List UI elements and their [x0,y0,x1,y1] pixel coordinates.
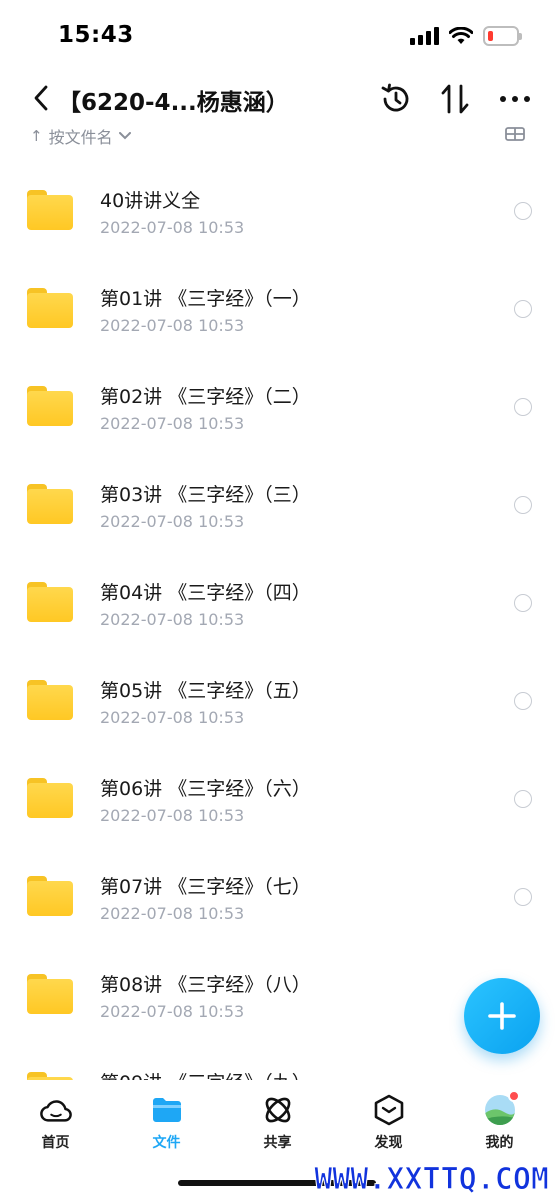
file-date: 2022-07-08 10:53 [100,806,245,825]
file-row[interactable]: 第05讲 《三字经》（五） 2022-07-08 10:53 [0,640,555,738]
discover-box-icon [373,1094,405,1126]
file-date: 2022-07-08 10:53 [100,904,245,923]
file-name: 第09讲 《三字经》（九） [100,1068,311,1080]
select-checkbox[interactable] [514,790,532,808]
cellular-signal-icon [410,27,439,45]
share-orbit-icon [262,1094,294,1126]
folder-icon [27,190,73,230]
avatar-icon [484,1090,520,1126]
file-name: 第03讲 《三字经》（三） [100,484,311,506]
sort-selector[interactable]: ↑ 按文件名 [30,124,131,148]
add-button[interactable] [464,978,540,1054]
chevron-left-icon [34,85,48,111]
file-date: 2022-07-08 10:53 [100,414,245,433]
header: 【6220-4...杨惠涵） [0,72,555,124]
file-date: 2022-07-08 10:53 [100,316,245,335]
file-row[interactable]: 第06讲 《三字经》（六） 2022-07-08 10:53 [0,738,555,836]
select-checkbox[interactable] [514,398,532,416]
file-row[interactable]: 第07讲 《三字经》（七） 2022-07-08 10:53 [0,836,555,934]
folder-icon [27,288,73,328]
file-date: 2022-07-08 10:53 [100,708,245,727]
plus-icon [488,1002,516,1030]
file-list: 40讲讲义全 2022-07-08 10:53 第01讲 《三字经》（一） 20… [0,150,555,1080]
tab-share[interactable]: 共享 [222,1082,333,1164]
tab-label: 发现 [374,1135,403,1151]
history-button[interactable] [377,80,415,118]
file-name: 第06讲 《三字经》（六） [100,778,311,800]
bottom-tab-bar: 首页 文件 共享 发现 我的 [0,1082,555,1164]
file-name: 第08讲 《三字经》（八） [100,974,311,996]
select-checkbox[interactable] [514,888,532,906]
tab-files[interactable]: 文件 [111,1082,222,1164]
select-checkbox[interactable] [514,202,532,220]
tab-label: 我的 [485,1135,514,1151]
watermark: WWW.XXTTQ.COM [314,1162,550,1198]
file-name: 第07讲 《三字经》（七） [100,876,311,898]
status-time: 15:43 [58,22,134,48]
more-dots-icon [500,96,530,102]
folder-icon [27,680,73,720]
file-name: 第04讲 《三字经》（四） [100,582,311,604]
tab-label: 文件 [152,1135,181,1151]
back-button[interactable] [26,82,56,114]
file-date: 2022-07-08 10:53 [100,512,245,531]
folder-icon [27,1072,73,1080]
cloud-icon [39,1094,72,1126]
status-icons [410,26,522,46]
file-row[interactable]: 第04讲 《三字经》（四） 2022-07-08 10:53 [0,542,555,640]
file-date: 2022-07-08 10:53 [100,610,245,629]
file-row[interactable]: 第03讲 《三字经》（三） 2022-07-08 10:53 [0,444,555,542]
file-date: 2022-07-08 10:53 [100,1002,245,1021]
file-name: 第01讲 《三字经》（一） [100,288,311,310]
select-checkbox[interactable] [514,496,532,514]
notification-badge [507,1090,520,1102]
sort-label: 按文件名 [48,128,113,147]
chevron-down-icon [118,132,131,140]
file-name: 第02讲 《三字经》（二） [100,386,311,408]
folder-icon [27,876,73,916]
tab-profile[interactable]: 我的 [444,1082,555,1164]
more-button[interactable] [496,80,534,118]
file-row[interactable]: 40讲讲义全 2022-07-08 10:53 [0,150,555,248]
folder-icon [27,484,73,524]
file-name: 40讲讲义全 [100,190,201,212]
file-name: 第05讲 《三字经》（五） [100,680,311,702]
sort-arrows-icon [441,84,469,114]
status-bar: 15:43 [0,0,555,72]
file-row[interactable]: 第01讲 《三字经》（一） 2022-07-08 10:53 [0,248,555,346]
tab-home[interactable]: 首页 [0,1082,111,1164]
select-checkbox[interactable] [514,300,532,318]
select-checkbox[interactable] [514,594,532,612]
folder-icon [27,386,73,426]
history-icon [381,83,409,112]
file-row[interactable]: 第02讲 《三字经》（二） 2022-07-08 10:53 [0,346,555,444]
wifi-icon [449,27,473,44]
view-mode-icon[interactable] [505,124,525,142]
select-checkbox[interactable] [514,692,532,710]
folder-icon [27,974,73,1014]
folder-icon [27,778,73,818]
folder-icon [27,582,73,622]
tab-discover[interactable]: 发现 [333,1082,444,1164]
sort-up-arrow-icon: ↑ [30,127,43,145]
tab-label: 首页 [41,1135,70,1151]
file-date: 2022-07-08 10:53 [100,218,245,237]
sort-button[interactable] [436,80,474,118]
battery-icon [483,26,522,46]
folder-icon [151,1094,183,1126]
page-title: 【6220-4...杨惠涵） [58,90,289,116]
tab-label: 共享 [263,1135,292,1151]
